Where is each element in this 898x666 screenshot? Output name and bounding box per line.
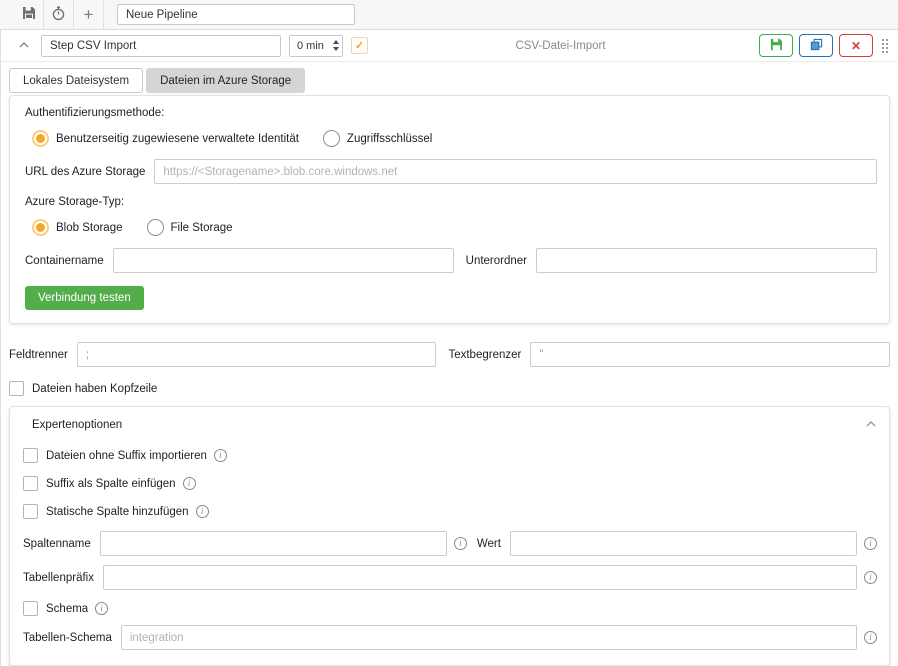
storage-url-input[interactable] (154, 159, 877, 184)
table-schema-label: Tabellen-Schema (23, 632, 112, 644)
azure-storage-panel: Authentifizierungsmethode: Benutzerseiti… (9, 95, 890, 324)
radio-file-storage[interactable] (147, 219, 164, 236)
storage-type-radio-group: Blob Storage File Storage (32, 219, 877, 236)
save-pipeline-button[interactable] (14, 0, 44, 29)
radio-managed-identity-label: Benutzerseitig zugewiesene verwaltete Id… (56, 133, 299, 145)
storage-type-label: Azure Storage-Typ: (25, 196, 124, 208)
tab-label: Lokales Dateisystem (23, 75, 129, 87)
radio-blob-storage-label: Blob Storage (56, 222, 123, 234)
storage-url-label: URL des Azure Storage (25, 166, 145, 178)
radio-access-key-label: Zugriffsschlüssel (347, 133, 432, 145)
container-row: Containername Unterordner (25, 248, 877, 273)
text-delimiter-label: Textbegrenzer (448, 349, 521, 361)
interval-stepper[interactable]: 0 min (289, 35, 343, 57)
info-icon[interactable]: i (95, 602, 108, 615)
info-icon[interactable]: i (864, 631, 877, 644)
column-name-label: Spaltenname (23, 538, 91, 550)
field-separator-label: Feldtrenner (9, 349, 68, 361)
tab-azure-storage[interactable]: Dateien im Azure Storage (146, 68, 305, 93)
test-connection-button[interactable]: Verbindung testen (25, 286, 144, 310)
schema-label: Schema (46, 603, 88, 615)
option-row: Dateien ohne Suffix importieren i (23, 448, 877, 463)
storage-type-label-row: Azure Storage-Typ: (25, 196, 877, 208)
has-header-label: Dateien haben Kopfzeile (32, 383, 157, 395)
option-row: Statische Spalte hinzufügen i (23, 504, 877, 519)
step-duplicate-button[interactable] (799, 34, 833, 57)
info-icon[interactable]: i (196, 505, 209, 518)
step-type-title: CSV-Datei-Import (368, 40, 753, 52)
drag-handle-icon[interactable] (882, 39, 888, 53)
radio-file-storage-label: File Storage (171, 222, 233, 234)
spinner-down-icon[interactable] (333, 47, 339, 51)
info-icon[interactable]: i (454, 537, 467, 550)
column-name-row: Spaltenname i Wert i (23, 531, 877, 556)
import-without-suffix-label: Dateien ohne Suffix importieren (46, 450, 207, 462)
interval-value: 0 min (297, 40, 333, 52)
suffix-as-column-label: Suffix als Spalte einfügen (46, 478, 176, 490)
copy-icon (810, 38, 823, 54)
has-header-row: Dateien haben Kopfzeile (9, 381, 890, 396)
add-step-button[interactable]: + (74, 0, 104, 29)
container-name-input[interactable] (113, 248, 454, 273)
step-panel: 0 min ✓ CSV-Datei-Import (0, 30, 898, 666)
add-static-column-checkbox[interactable] (23, 504, 38, 519)
chevron-up-icon[interactable] (865, 419, 877, 431)
value-input[interactable] (510, 531, 857, 556)
save-icon (22, 6, 36, 23)
step-name-input[interactable] (41, 35, 281, 57)
collapse-step-button[interactable] (13, 40, 35, 52)
field-separator-input[interactable] (77, 342, 437, 367)
table-prefix-label: Tabellenpräfix (23, 572, 94, 584)
spinner-up-icon[interactable] (333, 40, 339, 44)
expert-options-title: Expertenoptionen (32, 419, 865, 431)
step-save-button[interactable] (759, 34, 793, 57)
check-icon: ✓ (355, 39, 364, 52)
source-tabs: Lokales Dateisystem Dateien im Azure Sto… (9, 68, 898, 93)
info-icon[interactable]: i (183, 477, 196, 490)
info-icon[interactable]: i (864, 537, 877, 550)
delimiter-row: Feldtrenner Textbegrenzer (9, 342, 890, 367)
chevron-up-icon (18, 40, 30, 52)
auth-method-label: Authentifizierungsmethode: (25, 107, 877, 119)
info-icon[interactable]: i (864, 571, 877, 584)
storage-url-row: URL des Azure Storage (25, 159, 877, 184)
tab-label: Dateien im Azure Storage (160, 75, 291, 87)
main-toolbar: + (0, 0, 898, 30)
import-without-suffix-checkbox[interactable] (23, 448, 38, 463)
step-header: 0 min ✓ CSV-Datei-Import (1, 30, 898, 62)
table-schema-input[interactable] (121, 625, 857, 650)
step-enabled-checkbox[interactable]: ✓ (351, 37, 368, 54)
subfolder-input[interactable] (536, 248, 877, 273)
suffix-as-column-checkbox[interactable] (23, 476, 38, 491)
column-name-input[interactable] (100, 531, 447, 556)
text-delimiter-input[interactable] (530, 342, 890, 367)
plus-icon: + (84, 5, 94, 25)
value-label: Wert (477, 538, 501, 550)
timer-icon (51, 6, 66, 24)
schedule-pipeline-button[interactable] (44, 0, 74, 29)
tab-local-filesystem[interactable]: Lokales Dateisystem (9, 68, 143, 93)
radio-blob-storage[interactable] (32, 219, 49, 236)
table-prefix-input[interactable] (103, 565, 857, 590)
schema-row: Schema i (23, 601, 877, 616)
radio-managed-identity[interactable] (32, 130, 49, 147)
container-name-label: Containername (25, 255, 104, 267)
save-icon (770, 38, 783, 54)
table-prefix-row: Tabellenpräfix i (23, 565, 877, 590)
add-static-column-label: Statische Spalte hinzufügen (46, 506, 189, 518)
expert-options-panel: Expertenoptionen Dateien ohne Suffix imp… (9, 406, 890, 666)
has-header-checkbox[interactable] (9, 381, 24, 396)
spinner-arrows[interactable] (333, 40, 339, 51)
step-delete-button[interactable]: ✕ (839, 34, 873, 57)
radio-access-key[interactable] (323, 130, 340, 147)
expert-options-header[interactable]: Expertenoptionen (23, 419, 877, 431)
pipeline-name-input[interactable] (117, 4, 355, 25)
schema-checkbox[interactable] (23, 601, 38, 616)
auth-method-radio-group: Benutzerseitig zugewiesene verwaltete Id… (32, 130, 877, 147)
info-icon[interactable]: i (214, 449, 227, 462)
table-schema-row: Tabellen-Schema i (23, 625, 877, 650)
subfolder-label: Unterordner (466, 255, 527, 267)
option-row: Suffix als Spalte einfügen i (23, 476, 877, 491)
close-icon: ✕ (851, 40, 861, 52)
